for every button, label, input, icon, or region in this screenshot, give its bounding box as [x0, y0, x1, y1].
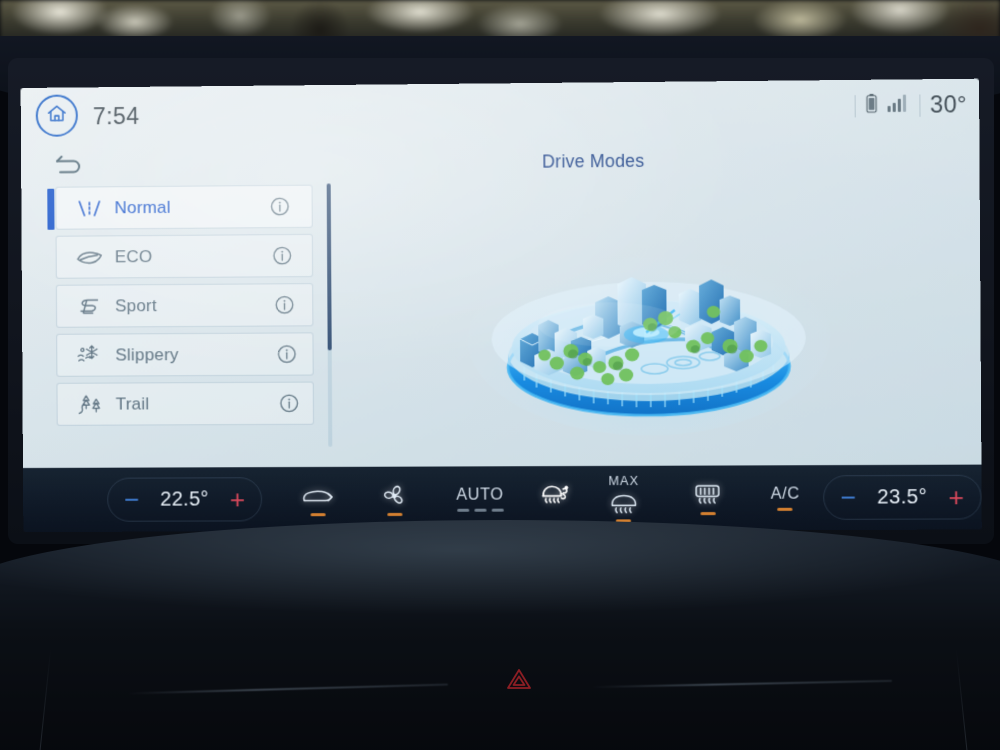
max-label: MAX	[608, 473, 640, 489]
road-lane-icon	[74, 197, 104, 219]
drive-mode-label: Normal	[114, 197, 171, 217]
rear-defrost-icon	[693, 481, 724, 507]
fan-indicator	[387, 512, 403, 516]
fan-speed-button[interactable]	[367, 473, 422, 525]
signal-bars-icon	[887, 94, 911, 118]
passenger-temp-value: 23.5°	[877, 485, 928, 509]
ac-label: A/C	[770, 484, 800, 503]
defrost-fan-button[interactable]	[528, 472, 583, 525]
snowflake-icon	[75, 344, 105, 366]
status-divider-left	[854, 94, 857, 117]
info-button-trail[interactable]	[279, 393, 300, 414]
passenger-temp-increase-button[interactable]: +	[948, 482, 964, 513]
ac-button[interactable]: A/C	[759, 471, 811, 524]
drive-mode-label: Slippery	[115, 344, 179, 365]
auto-fan-level-icon	[456, 508, 504, 512]
home-button[interactable]	[35, 94, 78, 137]
drive-mode-item-trail[interactable]: Trail	[56, 381, 315, 426]
sport-s-icon	[75, 295, 105, 317]
defrost-fan-icon	[538, 482, 573, 508]
info-button-slippery[interactable]	[276, 343, 297, 364]
recirculate-car-icon	[301, 482, 335, 508]
list-scrollbar-track[interactable]	[326, 183, 333, 447]
drive-mode-label: ECO	[114, 246, 153, 266]
recirculation-button[interactable]	[291, 473, 346, 525]
auto-climate-button[interactable]: AUTO	[447, 472, 512, 525]
drive-mode-item-slippery[interactable]: Slippery	[56, 332, 314, 377]
drive-mode-label: Trail	[115, 393, 150, 414]
recirculation-indicator	[310, 512, 326, 516]
trail-tree-icon	[76, 393, 106, 415]
info-button-eco[interactable]	[272, 245, 293, 266]
driver-temp-value: 22.5°	[160, 487, 209, 511]
drive-modes-page: 7:54 30° Drive Modes Normal ECO Sport Sl…	[20, 78, 982, 468]
infotainment-screen: 7:54 30° Drive Modes Normal ECO Sport Sl…	[20, 78, 982, 533]
home-icon	[46, 102, 68, 129]
auto-label: AUTO	[456, 485, 504, 504]
infotainment-screenshot: 7:54 30° Drive Modes Normal ECO Sport Sl…	[0, 0, 1000, 750]
3d-city-platform-illustration	[456, 204, 841, 439]
driver-temp-increase-button[interactable]: +	[230, 484, 245, 514]
battery-icon	[865, 92, 879, 118]
driver-temp-decrease-button[interactable]: −	[124, 485, 139, 515]
leaf-icon	[75, 246, 105, 268]
driver-temperature-control: − 22.5° +	[106, 477, 263, 522]
rear-defrost-button[interactable]	[680, 472, 736, 525]
info-button-sport[interactable]	[274, 294, 295, 315]
hazard-lights-button[interactable]	[504, 668, 534, 695]
hazard-triangle-icon	[506, 667, 532, 696]
page-title: Drive Modes	[542, 150, 645, 172]
rear-defrost-indicator	[700, 511, 716, 515]
info-button-normal[interactable]	[269, 196, 290, 217]
outside-temperature: 30°	[929, 91, 967, 118]
passenger-temperature-control: − 23.5° +	[822, 474, 982, 520]
status-divider-right	[919, 93, 921, 117]
clock: 7:54	[92, 102, 140, 130]
status-bar: 7:54 30°	[21, 79, 980, 142]
status-indicators: 30°	[854, 91, 967, 119]
list-scrollbar-thumb[interactable]	[326, 183, 332, 351]
max-defrost-button[interactable]: MAX	[596, 472, 651, 525]
ac-indicator	[777, 507, 793, 511]
passenger-temp-decrease-button[interactable]: −	[840, 482, 856, 512]
selection-indicator-bar	[47, 188, 55, 230]
front-defrost-icon	[608, 493, 639, 515]
dashboard-lower-trim	[0, 520, 1000, 750]
drive-mode-label: Sport	[115, 295, 157, 315]
fan-icon	[380, 482, 408, 508]
